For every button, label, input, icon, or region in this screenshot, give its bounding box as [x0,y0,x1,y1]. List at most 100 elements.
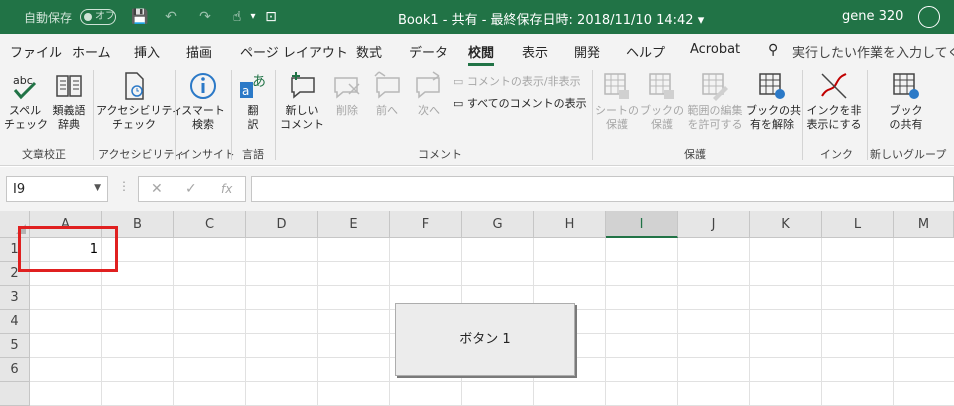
undo-icon[interactable]: ↶ [162,8,180,26]
column-header-h[interactable]: H [534,211,606,238]
smart-lookup-button[interactable]: スマート 検索 [178,70,228,132]
tab-help[interactable]: ヘルプ [626,42,665,61]
column-header-k[interactable]: K [750,211,822,238]
delete-comment-button[interactable]: 削除 [328,70,366,118]
row-header-5[interactable]: 5 [0,334,30,358]
next-comment-button[interactable]: 次へ [410,70,448,118]
share-book-icon [893,73,919,99]
redo-icon[interactable]: ↷ [196,8,214,26]
title-bar: 自動保存 オフ 💾 ↶ ↷ ☝ ▾ ⊡ Book1 - 共有 - 最終保存日時:… [0,0,954,34]
share-book-button[interactable]: ブック の共有 [878,70,934,132]
column-header-j[interactable]: J [678,211,750,238]
group-label-language: 言語 [242,148,264,161]
gridline [30,381,954,382]
show-all-comments-button[interactable]: ▭ すべてのコメントの表示 [453,95,587,111]
gridline [30,285,954,286]
svg-text:a: a [242,84,249,98]
formula-input[interactable] [251,176,954,202]
tab-draw[interactable]: 描画 [186,42,212,61]
new-comment-icon [291,72,315,99]
search-icon[interactable]: ⚲ [768,42,778,58]
tab-page-layout[interactable]: ページ レイアウト [240,42,348,61]
protect-sheet-label: シートの 保護 [595,104,639,131]
name-box[interactable]: I9 ▼ [6,176,108,202]
splitter-handle[interactable]: ⋮ [118,179,130,193]
tab-view[interactable]: 表示 [522,42,548,61]
tab-insert[interactable]: 挿入 [134,42,160,61]
chevron-down-icon[interactable]: ▼ [94,183,101,193]
accessibility-icon [125,72,144,100]
spelling-icon: abc [13,74,37,100]
column-header-e[interactable]: E [318,211,390,238]
save-icon[interactable]: 💾 [131,8,149,26]
formula-buttons: ✕ ✓ fx [138,176,246,202]
column-header-m[interactable]: M [894,211,954,238]
group-separator [592,70,593,160]
row-header-4[interactable]: 4 [0,310,30,334]
new-comment-button[interactable]: 新しい コメント [278,70,326,132]
group-label-proofing: 文章校正 [22,148,66,161]
protect-sheet-button[interactable]: シートの 保護 [594,70,640,132]
tab-file[interactable]: ファイル [10,42,62,61]
group-label-insights: インサイト [180,148,235,161]
column-header-g[interactable]: G [462,211,534,238]
delete-comment-icon [334,77,360,99]
translate-button[interactable]: aあ 翻 訳 [234,70,272,132]
column-header-f[interactable]: F [390,211,462,238]
group-label-new-group: 新しいグループ [870,148,947,161]
ink-icon [821,73,847,99]
enter-icon[interactable]: ✓ [185,181,197,197]
toggle-knob [84,13,92,21]
svg-text:あ: あ [252,74,266,90]
comment-icon: ▭ [453,75,467,88]
translate-icon: aあ [240,74,266,98]
thesaurus-button[interactable]: 類義語 辞典 [48,70,90,132]
accessibility-check-button[interactable]: アクセシビリティ チェック [96,70,183,132]
ribbon-review: abc スペル チェック 類義語 辞典 文章校正 アクセシビリティ チェック ア… [0,66,954,166]
tab-formulas[interactable]: 数式 [356,42,382,61]
protect-book-icon [649,73,674,99]
spelling-button[interactable]: abc スペル チェック [4,70,48,132]
hide-ink-button[interactable]: インクを非 表示にする [804,70,864,132]
previous-label: 前へ [376,104,398,117]
show-hide-comment-button[interactable]: ▭ コメントの表示/非表示 [453,73,581,89]
column-header-c[interactable]: C [174,211,246,238]
name-box-value: I9 [13,182,26,197]
cancel-icon[interactable]: ✕ [151,181,163,197]
protect-sheet-icon [604,73,629,99]
tell-me-input[interactable]: 実行したい作業を入力してくださ [792,42,954,61]
row-header-7[interactable] [0,382,30,406]
insert-function-icon[interactable]: fx [221,182,232,196]
user-name[interactable]: gene 320 [842,9,903,24]
tab-developer[interactable]: 開発 [574,42,600,61]
tab-review[interactable]: 校閲 [468,42,495,66]
unshare-book-button[interactable]: ブックの共 有を解除 [746,70,801,132]
tab-data[interactable]: データ [409,42,448,61]
touch-mode-dropdown-icon[interactable]: ▾ [244,8,262,26]
highlight-box [18,226,118,272]
worksheet-grid[interactable]: A B C D E F G H I J K L M 1 2 3 4 5 6 1 … [0,211,954,406]
translate-label: 翻 訳 [247,104,259,131]
next-label: 次へ [418,104,440,117]
previous-comment-button[interactable]: 前へ [368,70,406,118]
column-header-l[interactable]: L [822,211,894,238]
protect-book-button[interactable]: ブックの 保護 [640,70,684,132]
row-header-6[interactable]: 6 [0,358,30,382]
form-button-1[interactable]: ボタン 1 [395,303,575,376]
tab-acrobat[interactable]: Acrobat [690,42,740,57]
smart-lookup-label: スマート 検索 [181,104,225,131]
column-header-i[interactable]: I [606,211,678,238]
window-title[interactable]: Book1 - 共有 - 最終保存日時: 2018/11/10 14:42 ▾ [398,9,704,28]
row-header-3[interactable]: 3 [0,286,30,310]
customize-toolbar-icon[interactable]: ⊡ [262,8,280,26]
autosave-toggle[interactable]: オフ [80,9,116,25]
previous-comment-icon [374,71,400,99]
column-header-d[interactable]: D [246,211,318,238]
tab-home[interactable]: ホーム [72,42,111,61]
spelling-label: スペル チェック [4,104,48,131]
allow-edit-ranges-button[interactable]: 範囲の編集 を許可する [684,70,746,132]
accessibility-label: アクセシビリティ チェック [96,104,183,131]
avatar[interactable] [918,6,940,28]
group-separator [175,70,176,160]
hide-ink-label: インクを非 表示にする [806,104,862,131]
